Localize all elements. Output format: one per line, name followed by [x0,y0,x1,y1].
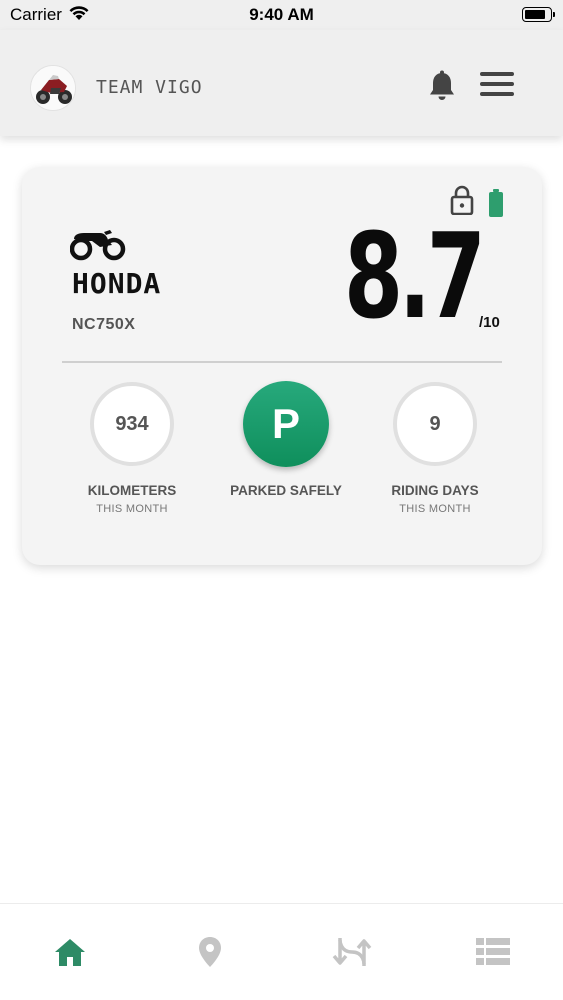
riding-days-sublabel: THIS MONTH [399,503,471,515]
app-header: TEAM VIGO [0,30,563,136]
clock: 9:40 AM [249,5,314,24]
kilometers-value: 934 [90,382,174,466]
location-pin-icon [199,937,221,967]
bottom-tab-bar [0,903,563,1000]
team-name: TEAM VIGO [96,77,203,98]
home-icon [55,939,85,966]
vehicle-brand: HONDA [72,267,162,300]
routes-icon [332,938,372,966]
vehicle-card[interactable]: HONDA NC750X 8.7 /10 934 KILOMETERS THIS… [22,167,542,565]
tab-location[interactable] [190,932,230,972]
parked-status-badge[interactable]: P [243,381,329,467]
card-divider [62,361,502,363]
kilometers-sublabel: THIS MONTH [96,503,168,515]
safety-score-max: /10 [479,314,500,331]
battery-icon [489,189,503,217]
motorcycle-photo-icon [31,66,75,110]
tab-home[interactable] [50,932,90,972]
riding-days-value: 9 [393,382,477,466]
kilometers-label: KILOMETERS [87,483,177,498]
tab-list[interactable] [473,932,513,972]
riding-days-label: RIDING DAYS [391,483,479,498]
status-battery-icon [522,7,555,22]
motorcycle-icon [70,230,126,261]
vehicle-model: NC750X [72,316,136,333]
status-bar: Carrier 9:40 AM [0,0,563,30]
bell-icon[interactable] [428,70,456,102]
team-avatar[interactable] [30,65,76,111]
safety-score: 8.7 [344,207,486,345]
list-icon [476,938,510,965]
hamburger-menu-icon[interactable] [480,72,514,100]
tab-routes[interactable] [332,932,372,972]
